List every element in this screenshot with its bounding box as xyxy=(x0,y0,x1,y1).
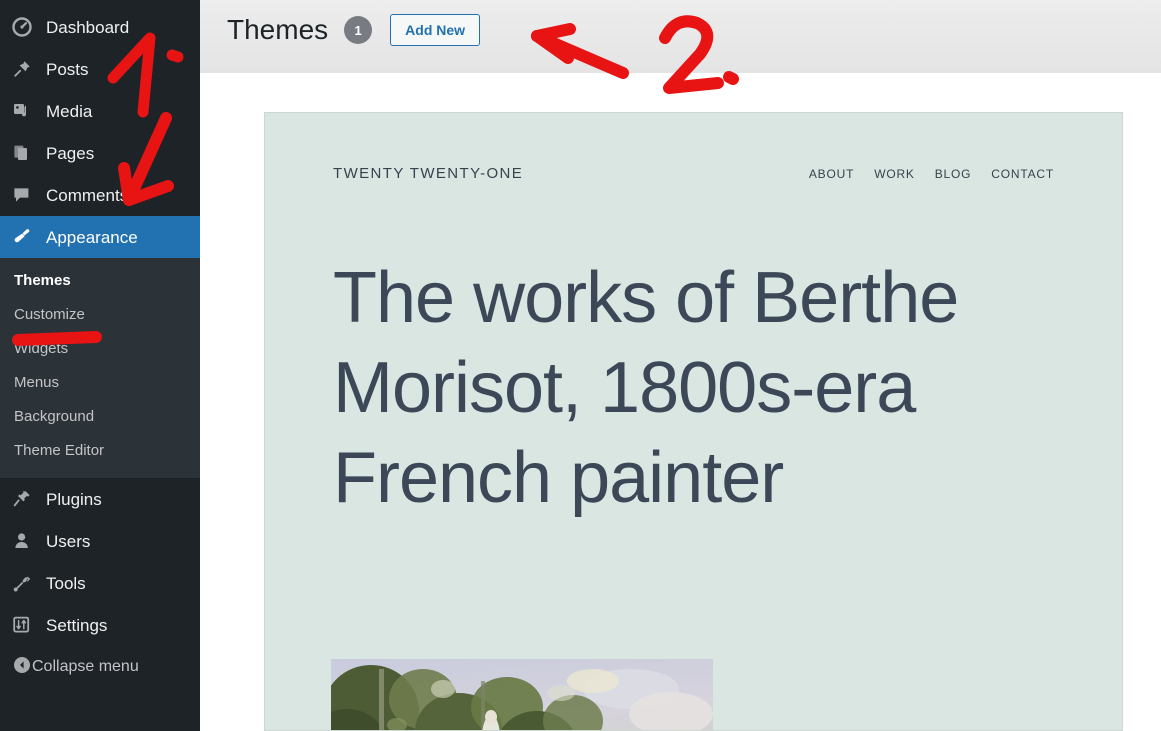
theme-nav-link-contact[interactable]: CONTACT xyxy=(991,167,1054,181)
submenu-item-themes[interactable]: Themes xyxy=(0,264,200,298)
dashboard-icon xyxy=(12,17,38,37)
sidebar-item-posts[interactable]: Posts xyxy=(0,48,200,90)
sidebar-item-appearance[interactable]: Appearance xyxy=(0,216,200,258)
sidebar-item-tools[interactable]: Tools xyxy=(0,562,200,604)
sidebar-item-label: Media xyxy=(46,103,92,120)
sidebar-item-dashboard[interactable]: Dashboard xyxy=(0,6,200,48)
sidebar-secondary-menu: Plugins Users Tools Settings xyxy=(0,478,200,688)
wordpress-admin-screen: Dashboard Posts Media Pages xyxy=(0,0,1161,731)
sidebar-item-label: Tools xyxy=(46,575,86,592)
page-header: Themes 1 Add New xyxy=(227,14,480,46)
brush-icon xyxy=(12,227,38,247)
sidebar-item-label: Appearance xyxy=(46,229,138,246)
sliders-icon xyxy=(12,615,38,635)
sidebar-item-label: Pages xyxy=(46,145,94,162)
pin-icon xyxy=(12,59,38,79)
theme-preview-frame[interactable]: TWENTY TWENTY-ONE ABOUT WORK BLOG CONTAC… xyxy=(264,112,1123,731)
sidebar-item-label: Settings xyxy=(46,617,107,634)
media-icon xyxy=(12,101,38,121)
sidebar-item-label: Posts xyxy=(46,61,89,78)
sidebar-item-label: Comments xyxy=(46,187,128,204)
sidebar-item-plugins[interactable]: Plugins xyxy=(0,478,200,520)
theme-nav-links: ABOUT WORK BLOG CONTACT xyxy=(809,167,1054,181)
admin-sidebar: Dashboard Posts Media Pages xyxy=(0,0,200,731)
theme-preview-heading: The works of Berthe Morisot, 1800s-era F… xyxy=(333,253,1063,523)
collapse-menu-label: Collapse menu xyxy=(32,658,139,676)
theme-count-badge: 1 xyxy=(344,16,372,44)
sidebar-item-media[interactable]: Media xyxy=(0,90,200,132)
painting-image xyxy=(331,659,713,731)
submenu-item-customize[interactable]: Customize xyxy=(0,298,200,332)
submenu-item-menus[interactable]: Menus xyxy=(0,366,200,400)
wrench-icon xyxy=(12,573,38,593)
plug-icon xyxy=(12,489,38,509)
page-title: Themes xyxy=(227,16,328,44)
collapse-arrow-icon xyxy=(12,655,32,680)
themes-card: TWENTY TWENTY-ONE ABOUT WORK BLOG CONTAC… xyxy=(227,73,1161,731)
admin-main: Themes 1 Add New TWENTY TWENTY-ONE ABOUT… xyxy=(200,0,1161,731)
user-icon xyxy=(12,531,38,551)
sidebar-item-settings[interactable]: Settings xyxy=(0,604,200,646)
appearance-submenu: Themes Customize Widgets Menus Backgroun… xyxy=(0,258,200,478)
comment-icon xyxy=(12,185,38,205)
sidebar-item-users[interactable]: Users xyxy=(0,520,200,562)
pages-icon xyxy=(12,143,38,163)
theme-nav-link-blog[interactable]: BLOG xyxy=(935,167,972,181)
submenu-item-background[interactable]: Background xyxy=(0,400,200,434)
theme-nav-link-work[interactable]: WORK xyxy=(874,167,915,181)
sidebar-item-label: Plugins xyxy=(46,491,102,508)
submenu-item-widgets[interactable]: Widgets xyxy=(0,332,200,366)
sidebar-item-comments[interactable]: Comments xyxy=(0,174,200,216)
sidebar-item-label: Users xyxy=(46,533,90,550)
sidebar-item-label: Dashboard xyxy=(46,19,129,36)
submenu-item-theme-editor[interactable]: Theme Editor xyxy=(0,434,200,468)
theme-preview-navbar: TWENTY TWENTY-ONE ABOUT WORK BLOG CONTAC… xyxy=(265,165,1122,182)
sidebar-item-pages[interactable]: Pages xyxy=(0,132,200,174)
theme-nav-link-about[interactable]: ABOUT xyxy=(809,167,854,181)
add-new-button[interactable]: Add New xyxy=(390,14,480,46)
theme-site-title: TWENTY TWENTY-ONE xyxy=(333,165,523,182)
theme-preview-artwork xyxy=(331,659,713,731)
collapse-menu-button[interactable]: Collapse menu xyxy=(0,646,200,688)
sidebar-primary-menu: Dashboard Posts Media Pages xyxy=(0,0,200,258)
